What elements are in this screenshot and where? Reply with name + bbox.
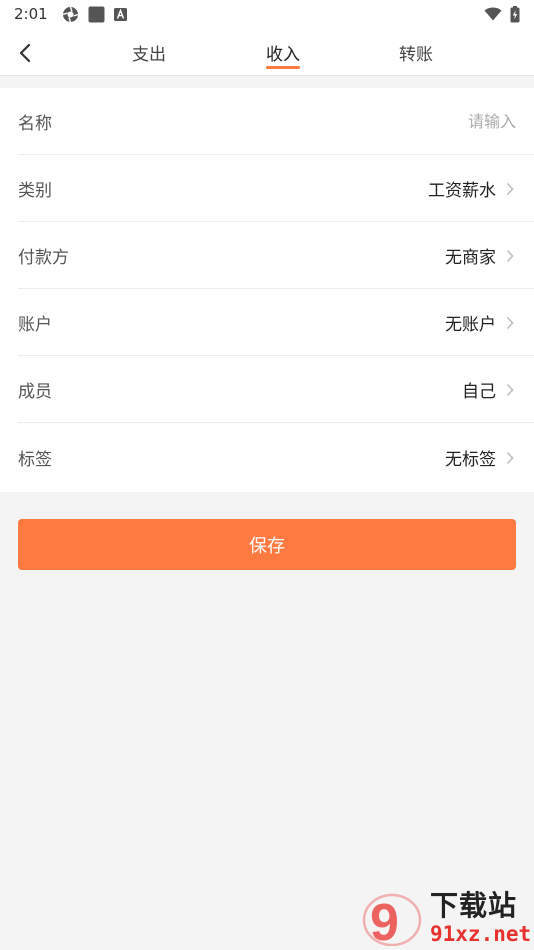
status-icons-right (484, 5, 520, 23)
back-chevron-icon (19, 43, 31, 63)
row-payer[interactable]: 付款方 无商家 (0, 222, 534, 289)
status-icons-left (62, 6, 127, 23)
member-value: 自己 (462, 382, 496, 402)
tab-transfer[interactable]: 转账 (376, 28, 456, 76)
active-tab-indicator (266, 66, 300, 69)
name-label: 名称 (18, 114, 52, 134)
wifi-icon (484, 7, 502, 21)
row-account[interactable]: 账户 无账户 (0, 289, 534, 356)
shutter-icon (62, 6, 78, 22)
square-app-icon (88, 6, 105, 22)
watermark-brand: 下载站 (430, 889, 518, 922)
save-button[interactable]: 保存 (18, 519, 516, 570)
top-app-bar: 支出 收入 转账 (0, 28, 534, 76)
watermark-domain: 91xz.net (430, 922, 532, 946)
battery-charging-icon (510, 5, 520, 22)
chevron-right-icon (506, 315, 516, 331)
account-value: 无账户 (445, 315, 496, 335)
row-member[interactable]: 成员 自己 (0, 356, 534, 423)
chevron-right-icon (506, 248, 516, 264)
account-label: 账户 (18, 315, 52, 335)
chevron-right-icon (506, 382, 516, 398)
back-button[interactable] (12, 40, 38, 66)
chevron-right-icon (506, 181, 516, 197)
member-label: 成员 (18, 382, 52, 402)
payer-value: 无商家 (445, 248, 496, 268)
name-input[interactable] (316, 112, 516, 131)
tags-label: 标签 (18, 450, 52, 470)
row-tags[interactable]: 标签 无标签 (0, 424, 534, 491)
category-label: 类别 (18, 181, 52, 201)
divider (18, 422, 534, 423)
row-category[interactable]: 类别 工资薪水 (0, 155, 534, 222)
tags-value: 无标签 (445, 450, 496, 470)
tab-expense[interactable]: 支出 (109, 28, 189, 76)
row-name[interactable]: 名称 (0, 88, 534, 155)
a-app-icon (113, 7, 127, 21)
chevron-right-icon (506, 450, 516, 466)
watermark-logo: 9 下载站 91xz.net (362, 884, 532, 948)
payer-label: 付款方 (18, 248, 69, 268)
status-time: 2:01 (14, 5, 48, 23)
status-bar: 2:01 (0, 0, 534, 28)
income-form: 名称 类别 工资薪水 付款方 无商家 账户 无账户 成员 自己 (0, 88, 534, 492)
svg-text:9: 9 (370, 894, 399, 946)
watermark-badge-icon: 9 (362, 893, 422, 946)
category-value: 工资薪水 (428, 181, 496, 201)
